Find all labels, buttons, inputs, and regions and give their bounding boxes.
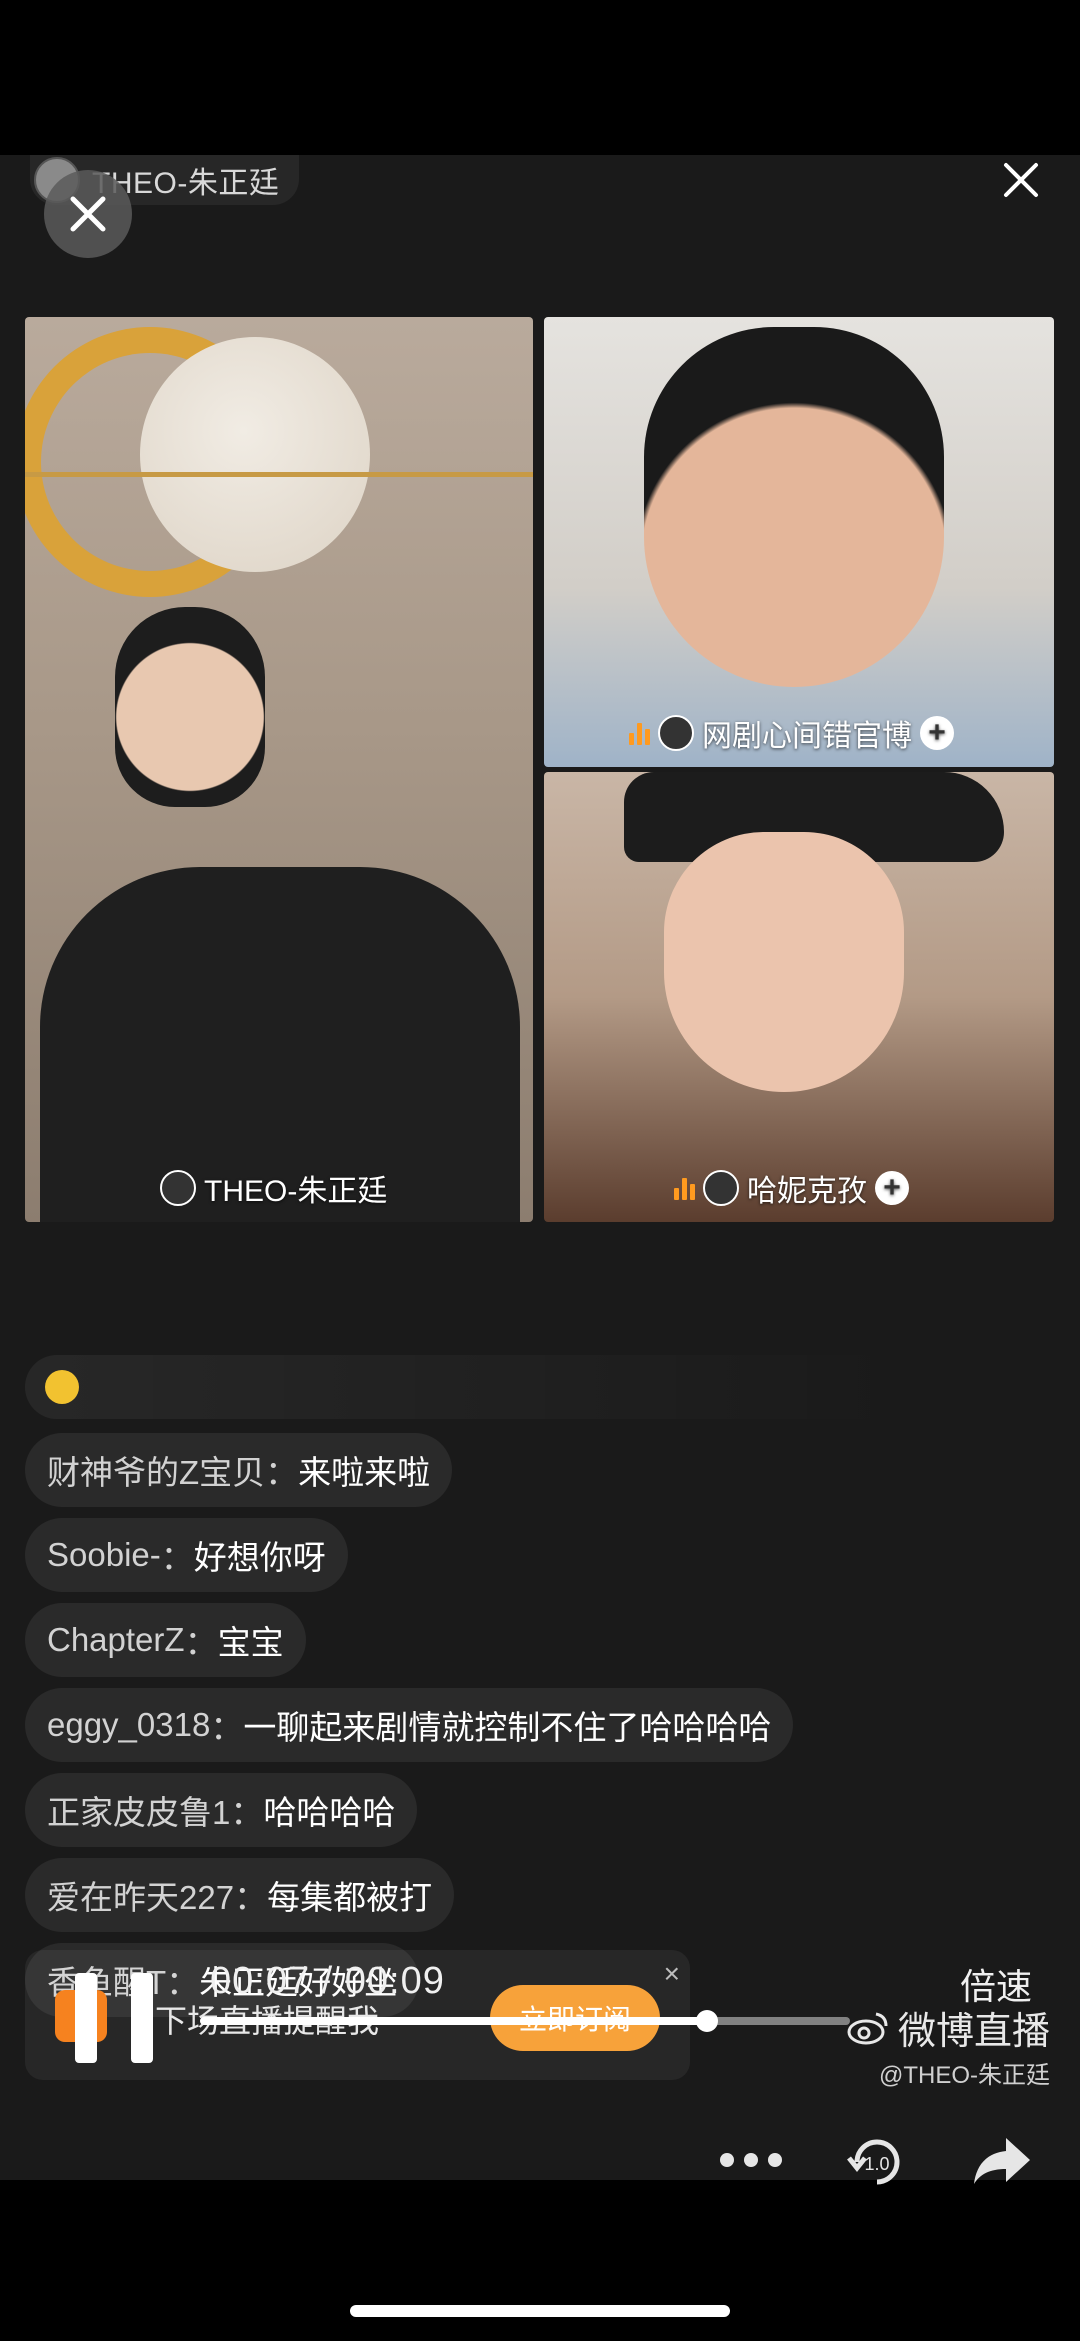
dot <box>744 2153 758 2167</box>
pane-label: 网剧心间错官博 + <box>629 711 954 755</box>
comment-text: 哈哈哈哈 <box>263 1794 396 1831</box>
comment-user: 财神爷的Z宝贝 <box>47 1454 266 1491</box>
comment-user: 爱在昨天227 <box>47 1879 235 1916</box>
person-figure <box>115 607 265 807</box>
pane-label-text: 网剧心间错官博 <box>702 720 912 753</box>
comment-text: 好想你呀 <box>193 1539 326 1576</box>
progress-bar[interactable] <box>200 2017 850 2025</box>
comment-list[interactable]: 财神爷的Z宝贝：来啦来啦 Soobie-：好想你呀 ChapterZ：宝宝 eg… <box>25 1355 925 2028</box>
time-separator: / <box>321 1960 334 2002</box>
comment-separator: ： <box>184 1624 218 1661</box>
progress-knob[interactable] <box>696 2010 718 2032</box>
comment-separator: ： <box>265 1454 299 1491</box>
pause-icon <box>131 1973 153 2063</box>
comment-item: 爱在昨天227：每集都被打 <box>25 1858 455 1932</box>
comment-user: eggy_0318 <box>47 1706 211 1743</box>
comment-user: Soobie- <box>47 1536 161 1573</box>
share-button[interactable] <box>970 2125 1034 2195</box>
dot <box>768 2153 782 2167</box>
video-pane-host[interactable]: THEO-朱正廷 <box>25 317 533 1222</box>
pane-label-text: 哈妮克孜 <box>747 1175 867 1208</box>
home-indicator[interactable] <box>350 2305 730 2317</box>
comment-item: ChapterZ：宝宝 <box>25 1603 306 1677</box>
close-live-button[interactable] <box>998 157 1044 203</box>
duration: 00:09 <box>344 1960 445 2002</box>
comment-text: 宝宝 <box>217 1624 284 1661</box>
speed-button[interactable]: 倍速 <box>960 1958 1032 2010</box>
follow-plus-icon[interactable]: + <box>920 716 954 750</box>
comment-user: ChapterZ <box>47 1621 185 1658</box>
progress-fill <box>200 2017 707 2025</box>
pane-label: THEO-朱正廷 <box>160 1166 387 1210</box>
comment-user: 正家皮皮鲁1 <box>47 1794 231 1831</box>
user-avatar <box>160 1170 196 1206</box>
pane-label: 哈妮克孜 + <box>674 1166 909 1210</box>
person-figure <box>664 832 904 1092</box>
rotate-label: 1.0 <box>864 2154 889 2174</box>
comment-separator: ： <box>210 1709 244 1746</box>
person-figure <box>644 327 944 687</box>
follow-plus-icon[interactable]: + <box>875 1171 909 1205</box>
video-area[interactable]: THEO-朱正廷 THEO-朱正廷 网剧心间错官博 + 哈妮克孜 + 财神爷的Z… <box>0 155 1080 2180</box>
video-pane-guest-1[interactable]: 网剧心间错官博 + <box>544 317 1054 767</box>
user-avatar <box>658 715 694 751</box>
screen: THEO-朱正廷 THEO-朱正廷 网剧心间错官博 + 哈妮克孜 + 财神爷的Z… <box>0 0 1080 2341</box>
close-overlay-button[interactable] <box>44 170 132 258</box>
pause-icon <box>75 1973 97 2063</box>
disc-decor <box>140 337 370 572</box>
comment-item: 财神爷的Z宝贝：来啦来啦 <box>25 1433 453 1507</box>
rod-decor <box>25 472 533 477</box>
video-pane-guest-2[interactable]: 哈妮克孜 + <box>544 772 1054 1222</box>
pause-button[interactable] <box>75 1973 153 2063</box>
current-time: 00:07 <box>210 1960 311 2002</box>
speaking-indicator-icon <box>674 1176 695 1200</box>
rotate-icon: 1.0 <box>847 2139 900 2185</box>
comment-item: Soobie-：好想你呀 <box>25 1518 348 1592</box>
comment-text: 每集都被打 <box>267 1879 433 1916</box>
speaking-indicator-icon <box>629 721 650 745</box>
dot <box>720 2153 734 2167</box>
comment-text: 一聊起来剧情就控制不住了哈哈哈哈 <box>243 1709 772 1746</box>
close-icon <box>70 196 106 232</box>
comment-text: 来啦来啦 <box>298 1454 431 1491</box>
comment-separator: ： <box>230 1794 264 1831</box>
comment-item: eggy_0318：一聊起来剧情就控制不住了哈哈哈哈 <box>25 1688 794 1762</box>
comment-separator: ： <box>160 1539 194 1576</box>
comment-separator: ： <box>234 1879 268 1916</box>
weibo-logo-icon <box>847 2012 888 2044</box>
more-button[interactable] <box>720 2125 782 2195</box>
share-icon <box>974 2138 1030 2184</box>
comment-item: 正家皮皮鲁1：哈哈哈哈 <box>25 1773 418 1847</box>
weibo-handle: @THEO-朱正廷 <box>878 2062 1050 2089</box>
close-icon <box>1004 163 1038 197</box>
emoji-icon <box>45 1370 79 1404</box>
pane-label-text: THEO-朱正廷 <box>204 1175 388 1208</box>
user-avatar <box>703 1170 739 1206</box>
rotate-button[interactable]: 1.0 <box>845 2125 909 2195</box>
reminder-close-button[interactable]: × <box>664 1958 680 1990</box>
playback-time: 00:07 / 00:09 <box>210 1960 445 2003</box>
emoji-row <box>25 1355 905 1419</box>
